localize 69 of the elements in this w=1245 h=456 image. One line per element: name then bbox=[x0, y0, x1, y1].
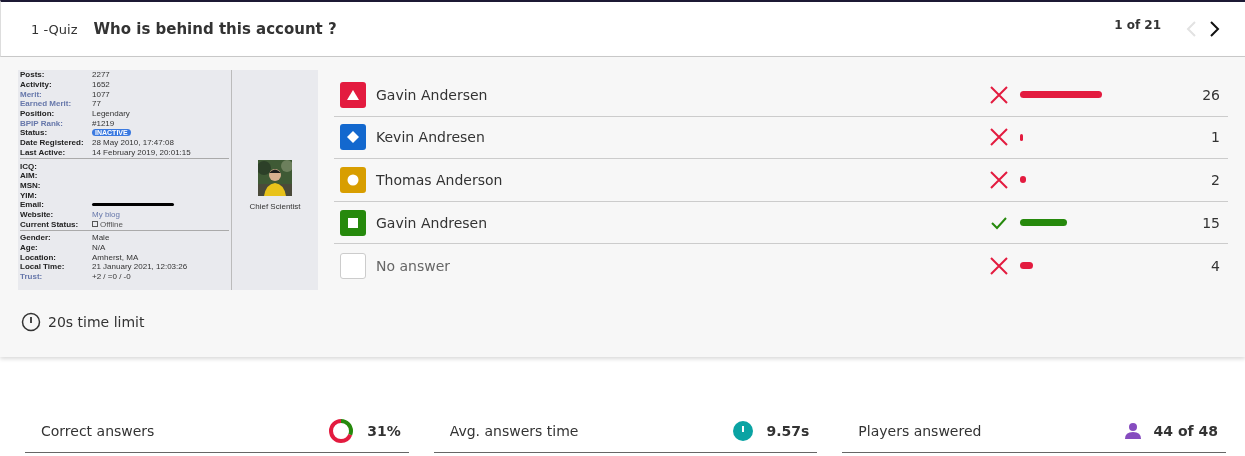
profile-label: ICQ: bbox=[20, 161, 38, 171]
profile-value: 2277 bbox=[92, 70, 110, 80]
profile-label: Earned Merit: bbox=[20, 99, 73, 109]
checkbox-icon bbox=[92, 221, 98, 228]
stat-label: Correct answers bbox=[41, 423, 156, 439]
timer-icon bbox=[21, 312, 41, 332]
profile-value: 28 May 2010, 17:47:08 bbox=[92, 138, 174, 148]
time-limit: 20s time limit bbox=[48, 314, 145, 330]
stat-value: 31% bbox=[367, 423, 401, 439]
profile-value: 21 January 2021, 12:03:26 bbox=[92, 262, 188, 272]
answer-count: 15 bbox=[1201, 214, 1220, 231]
chevron-right-icon bbox=[1209, 20, 1221, 38]
question-title: Who is behind this account ? bbox=[93, 20, 338, 38]
profile-label: YIM: bbox=[20, 190, 38, 200]
profile-role: Chief Scientist bbox=[249, 202, 301, 211]
person-icon bbox=[1123, 422, 1142, 440]
profile-value: 1077 bbox=[92, 89, 110, 99]
answer-text: Gavin Andresen bbox=[376, 214, 489, 231]
profile-label: MSN: bbox=[20, 180, 42, 190]
profile-label: Date Registered: bbox=[20, 138, 85, 148]
question-counter: 1 of 21 bbox=[1114, 18, 1161, 32]
profile-label: Local Time: bbox=[20, 262, 66, 272]
website-link[interactable]: My blog bbox=[92, 209, 120, 219]
profile-label: Email: bbox=[20, 200, 45, 210]
answer-count: 4 bbox=[1210, 257, 1220, 274]
answer-text: Kevin Andresen bbox=[376, 129, 486, 146]
answer-bar bbox=[1020, 262, 1033, 270]
profile-label: Merit: bbox=[20, 89, 43, 99]
profile-label: Position: bbox=[20, 109, 56, 119]
clock-icon bbox=[732, 420, 755, 442]
profile-value: Amherst, MA bbox=[92, 252, 139, 262]
stat-label: Players answered bbox=[858, 423, 983, 439]
profile-value: N/A bbox=[92, 243, 106, 253]
profile-label: Posts: bbox=[20, 70, 46, 80]
profile-value: Legendary bbox=[92, 109, 130, 119]
profile-label: Gender: bbox=[20, 233, 52, 243]
stat-label: Avg. answers time bbox=[449, 423, 580, 439]
profile-value: +2 / =0 / -0 bbox=[92, 272, 131, 282]
answer-text: Thomas Anderson bbox=[376, 172, 504, 188]
profile-label: AIM: bbox=[20, 171, 39, 181]
quiz-label: 1 -Quiz bbox=[31, 21, 78, 37]
chevron-left-icon bbox=[1185, 20, 1197, 38]
profile-label: Website: bbox=[20, 209, 55, 219]
answer-bar bbox=[1020, 133, 1024, 141]
profile-label: Last Active: bbox=[20, 147, 67, 157]
answer-text: Gavin Andersen bbox=[376, 86, 489, 103]
profile-value: 14 February 2019, 20:01:15 bbox=[92, 147, 191, 157]
answer-count: 26 bbox=[1201, 86, 1220, 103]
profile-value: #1219 bbox=[92, 118, 115, 128]
answer-count: 2 bbox=[1210, 172, 1220, 188]
answer-shape-icon bbox=[340, 252, 366, 279]
answer-count: 1 bbox=[1210, 129, 1220, 146]
profile-label: BPIP Rank: bbox=[20, 118, 64, 128]
donut-icon bbox=[327, 417, 356, 445]
answer-bar bbox=[1020, 176, 1027, 184]
profile-value: 1652 bbox=[92, 80, 110, 90]
answer-bar bbox=[1020, 219, 1068, 227]
stat-value: 44 of 48 bbox=[1153, 423, 1218, 439]
profile-value: Male bbox=[92, 233, 110, 243]
profile-label: Trust: bbox=[20, 272, 44, 282]
profile-value: Offline bbox=[100, 219, 123, 229]
answer-text: No answer bbox=[376, 257, 452, 274]
profile-label: Status: bbox=[20, 128, 49, 138]
profile-value: 77 bbox=[92, 99, 101, 109]
profile-label: Activity: bbox=[20, 80, 53, 90]
stat-value: 9.57s bbox=[766, 423, 810, 439]
profile-label: Location: bbox=[20, 252, 57, 262]
profile-label: Current Status: bbox=[20, 219, 80, 229]
profile-label: Age: bbox=[20, 243, 39, 253]
